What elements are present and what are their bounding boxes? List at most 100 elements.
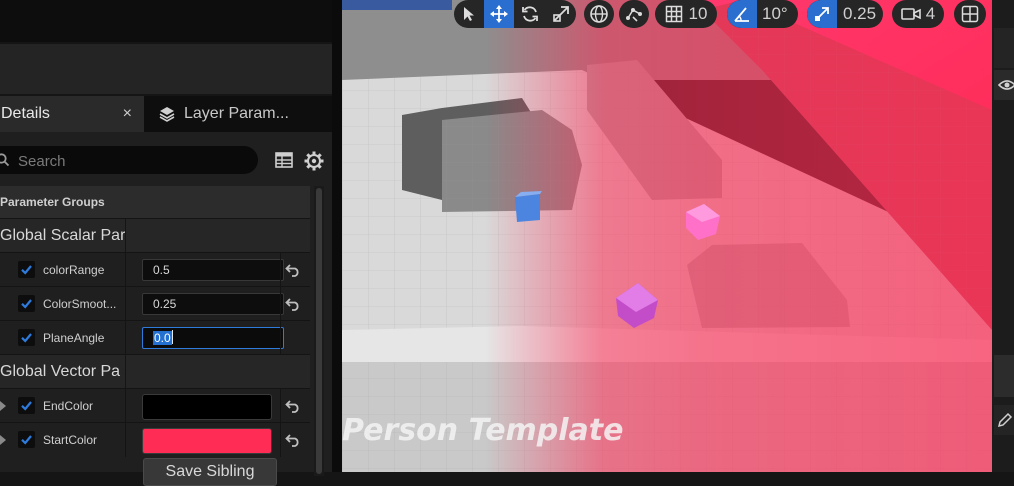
- checkmark-icon: [21, 265, 32, 275]
- column-divider: [125, 321, 126, 355]
- eye-icon: [998, 80, 1014, 90]
- close-icon[interactable]: ×: [123, 105, 132, 123]
- save-sibling-button[interactable]: Save Sibling: [143, 458, 277, 486]
- param-row-planeangle: PlaneAngle 0.0: [0, 320, 310, 355]
- override-checkbox[interactable]: [18, 397, 35, 414]
- tab-layer-label: Layer Param...: [184, 105, 289, 122]
- gear-icon[interactable]: [304, 151, 324, 171]
- details-body: Parameter Groups Global Scalar Par color…: [0, 132, 332, 486]
- param-value-field-editing[interactable]: 0.0: [142, 327, 284, 349]
- column-divider: [125, 253, 126, 287]
- edit-fragment[interactable]: [994, 405, 1014, 435]
- pencil-icon: [997, 412, 1013, 428]
- scale-snap-icon: [815, 7, 829, 21]
- globe-icon: [590, 5, 608, 23]
- search-box: [0, 146, 258, 174]
- parameter-groups-label: Parameter Groups: [0, 195, 105, 209]
- reset-arrow-icon[interactable]: [285, 263, 301, 277]
- layout-icon: [961, 5, 979, 23]
- viewport-layout-button[interactable]: [954, 0, 986, 28]
- color-swatch[interactable]: [142, 394, 272, 420]
- override-checkbox[interactable]: [18, 431, 35, 448]
- move-arrows-icon: [490, 5, 508, 23]
- param-name: EndColor: [43, 399, 94, 413]
- expand-arrow-icon[interactable]: [0, 435, 6, 445]
- visibility-column[interactable]: [994, 70, 1014, 100]
- column-divider: [280, 287, 281, 321]
- scale-snap-toggle[interactable]: [807, 0, 837, 28]
- scale-mode-button[interactable]: [545, 0, 576, 28]
- tab-details[interactable]: Details ×: [0, 96, 144, 132]
- checkmark-icon: [21, 333, 32, 343]
- panel-splitter[interactable]: [332, 0, 342, 472]
- column-divider: [280, 389, 281, 423]
- selected-text: 0.0: [153, 331, 172, 345]
- column-divider: [280, 423, 281, 457]
- column-divider: [125, 287, 126, 321]
- category-label: Global Scalar Par: [0, 227, 125, 244]
- override-checkbox[interactable]: [18, 295, 35, 312]
- scale-icon: [552, 6, 569, 22]
- param-name: StartColor: [43, 433, 98, 447]
- column-divider: [125, 423, 126, 457]
- param-row-endcolor: EndColor: [0, 388, 310, 423]
- reset-arrow-icon[interactable]: [285, 399, 301, 413]
- rotation-snap-button[interactable]: 10°: [727, 0, 798, 28]
- override-checkbox[interactable]: [18, 261, 35, 278]
- column-divider: [280, 321, 281, 355]
- cursor-arrow-icon: [464, 7, 474, 21]
- expand-arrow-icon[interactable]: [0, 401, 6, 411]
- camera-speed-value: 4: [925, 4, 936, 23]
- param-name: colorRange: [43, 263, 105, 277]
- category-global-vector[interactable]: Global Vector Pa: [0, 354, 310, 389]
- column-divider: [125, 389, 126, 423]
- rotate-mode-button[interactable]: [514, 0, 545, 28]
- tab-details-label: Details: [1, 105, 50, 122]
- table-view-icon[interactable]: [275, 151, 293, 169]
- translate-mode-button[interactable]: [484, 0, 514, 28]
- override-checkbox[interactable]: [18, 329, 35, 346]
- param-name: PlaneAngle: [43, 331, 105, 345]
- checkmark-icon: [21, 435, 32, 445]
- reset-arrow-icon[interactable]: [285, 433, 301, 447]
- param-row-startcolor: StartColor: [0, 422, 310, 457]
- outliner-header-fragment: [994, 28, 1014, 68]
- world-local-toggle[interactable]: [584, 0, 614, 28]
- param-name: ColorSmoot...: [43, 297, 117, 311]
- camera-speed-button[interactable]: 4: [892, 0, 944, 28]
- surface-snap-icon: [626, 8, 642, 22]
- search-icon: [0, 153, 10, 167]
- scrollbar-thumb[interactable]: [316, 188, 322, 474]
- reset-arrow-icon[interactable]: [285, 297, 301, 311]
- panel-toolbar-area: [0, 44, 336, 94]
- parameter-groups-header: Parameter Groups: [0, 186, 310, 218]
- angle-icon: [734, 7, 749, 22]
- param-value-field[interactable]: 0.5: [142, 259, 284, 281]
- tab-layer-parameters[interactable]: Layer Param...: [148, 96, 336, 132]
- tab-strip: Details × Layer Param...: [0, 96, 336, 132]
- rotation-snap-value: 10°: [762, 4, 788, 23]
- category-global-scalar[interactable]: Global Scalar Par: [0, 218, 310, 253]
- rotation-snap-toggle[interactable]: [727, 0, 757, 28]
- scrollbar[interactable]: [314, 186, 324, 476]
- param-row-colorrange: colorRange 0.5: [0, 252, 310, 287]
- search-input[interactable]: [16, 150, 240, 172]
- details-panel: Details × Layer Param... Search Paramete…: [0, 0, 342, 486]
- scale-snap-value: 0.25: [843, 4, 877, 23]
- camera-icon: [900, 8, 921, 20]
- viewport-scene: Person Template: [342, 0, 992, 472]
- grid-snap-button[interactable]: 10: [655, 0, 717, 28]
- transform-mode-group: [454, 0, 576, 28]
- color-swatch[interactable]: [142, 428, 272, 454]
- grid-icon: [665, 5, 682, 23]
- viewport-toolbar: 10 10° 0.25 4: [342, 0, 992, 30]
- surface-snapping-button[interactable]: [619, 0, 649, 28]
- layers-icon: [159, 107, 175, 122]
- category-value-column: [125, 219, 311, 253]
- select-mode-button[interactable]: [454, 0, 484, 28]
- checkmark-icon: [21, 299, 32, 309]
- level-viewport[interactable]: Person Template 10 10° 0.25 4: [342, 0, 992, 472]
- scale-snap-button[interactable]: 0.25: [807, 0, 883, 28]
- outliner-edge-strip: [992, 0, 1014, 472]
- param-value-field[interactable]: 0.25: [142, 293, 284, 315]
